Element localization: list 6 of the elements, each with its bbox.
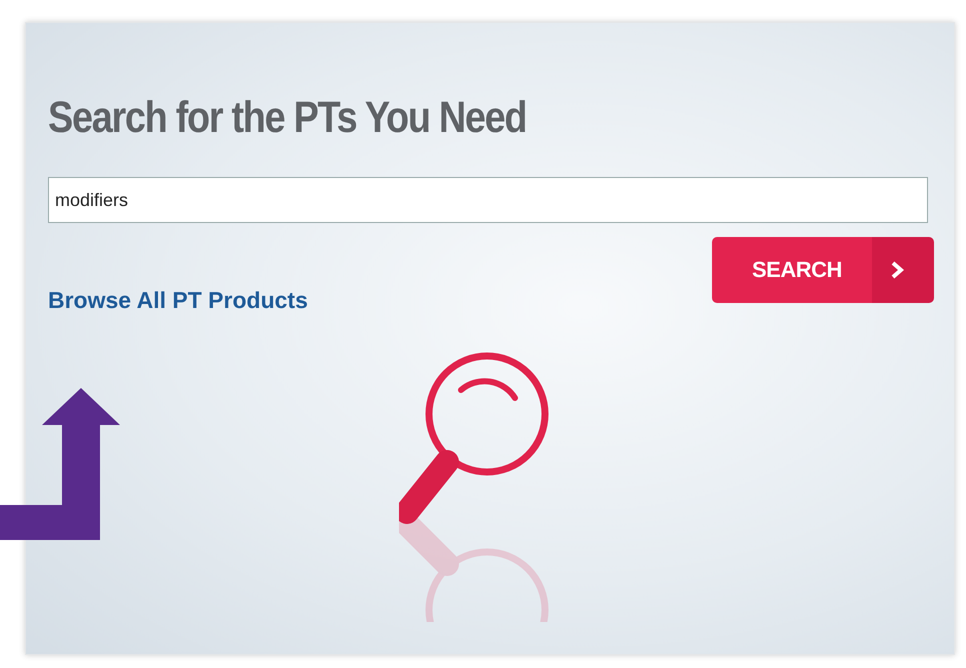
magnifier-icon	[399, 352, 549, 622]
panel-title: Search for the PTs You Need	[48, 93, 528, 143]
chevron-icon	[890, 261, 904, 279]
search-button[interactable]: SEARCH	[712, 237, 934, 303]
search-field[interactable]: modifiers	[48, 177, 928, 223]
browse-link[interactable]: Browse All PT Products	[48, 287, 308, 314]
